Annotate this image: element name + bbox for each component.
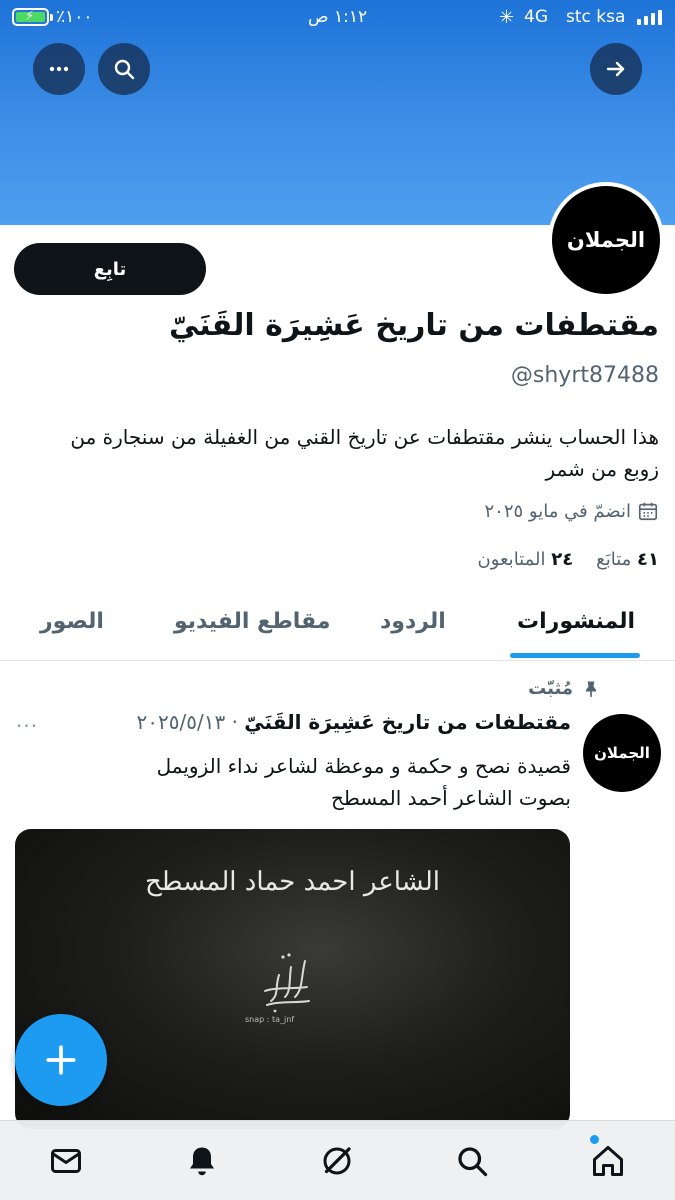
calendar-icon — [638, 502, 658, 521]
following-link[interactable]: ٤١ متابَع — [596, 549, 659, 570]
tab-posts[interactable]: المنشورات — [517, 609, 635, 634]
search-button[interactable] — [98, 43, 150, 95]
carrier: stc ksa — [566, 7, 626, 27]
tab-photos[interactable]: الصور — [40, 609, 104, 634]
plus-icon — [46, 1045, 76, 1075]
pinned-label: مُثبّت — [528, 678, 601, 699]
bottom-nav — [0, 1120, 675, 1200]
profile-tabs: المنشورات الردود مقاطع الفيديو الصور — [0, 595, 675, 661]
battery-percent: ٪١٠٠ — [56, 7, 93, 27]
tab-videos[interactable]: مقاطع الفيديو — [174, 609, 331, 634]
followers-label: المتابعون — [477, 549, 546, 570]
post-header: مقتطفات من تاريخ عَشِيرَة القَنَيّ · ٢٠٢… — [137, 710, 571, 734]
profile-bio: هذا الحساب ينشر مقتطفات عن تاريخ القني م… — [70, 425, 659, 481]
more-icon — [49, 66, 69, 72]
follow-counts: ٤١ متابَع ٢٤ المتابعون — [477, 549, 659, 570]
media-caption: snap : ta_jnf — [245, 1015, 295, 1024]
home-icon — [593, 1146, 623, 1176]
following-label: متابَع — [596, 549, 632, 570]
nav-search[interactable] — [452, 1141, 492, 1181]
post-more-button[interactable]: ··· — [16, 714, 38, 738]
pin-icon — [586, 681, 596, 697]
spaces-icon — [323, 1147, 351, 1175]
bell-icon — [190, 1147, 214, 1176]
more-button[interactable] — [33, 43, 85, 95]
network-type: 4G — [524, 7, 548, 27]
compose-button[interactable] — [15, 1014, 107, 1106]
profile-avatar[interactable]: الجملان — [548, 182, 664, 298]
nav-home[interactable] — [588, 1141, 628, 1181]
post-text: قصيدة نصح و حكمة و موعظة لشاعر نداء الزو… — [156, 754, 571, 810]
nav-notifications[interactable] — [182, 1141, 222, 1181]
media-title: الشاعر احمد حماد المسطح — [145, 867, 440, 897]
mail-icon — [51, 1149, 81, 1173]
post-date[interactable]: · ٢٠٢٥/٥/١٣ — [137, 710, 238, 734]
profile-name: مقتطفات من تاريخ عَشِيرَة القَنَيّ — [168, 308, 659, 343]
signal-icon — [637, 10, 663, 25]
follow-button[interactable]: تابِع — [14, 243, 206, 295]
back-button[interactable] — [590, 43, 642, 95]
new-content-dot — [590, 1135, 599, 1144]
active-tab-indicator — [510, 653, 640, 658]
pinned-text: مُثبّت — [528, 678, 573, 699]
arrow-right-icon — [606, 61, 625, 77]
post-avatar[interactable]: الجملان — [583, 714, 661, 792]
status-bar: ⚡ ٪١٠٠ ١:١٢ ص ✳ 4G stc ksa — [0, 0, 675, 36]
joined-text: انضمّ في مايو ٢٠٢٥ — [484, 500, 631, 522]
search-icon — [114, 59, 135, 80]
loading-icon: ✳ — [499, 7, 515, 28]
nav-messages[interactable] — [46, 1141, 86, 1181]
profile-handle: @shyrt87488 — [510, 363, 659, 388]
tab-replies[interactable]: الردود — [380, 609, 446, 634]
followers-link[interactable]: ٢٤ المتابعون — [477, 549, 573, 570]
followers-count: ٢٤ — [551, 549, 574, 570]
battery-icon: ⚡ — [12, 8, 53, 26]
search-icon — [458, 1147, 488, 1177]
nav-grok[interactable] — [317, 1141, 357, 1181]
following-count: ٤١ — [637, 549, 659, 570]
joined-date: انضمّ في مايو ٢٠٢٥ — [485, 500, 659, 522]
post-author[interactable]: مقتطفات من تاريخ عَشِيرَة القَنَيّ — [244, 710, 571, 734]
clock: ١:١٢ ص — [308, 7, 368, 27]
